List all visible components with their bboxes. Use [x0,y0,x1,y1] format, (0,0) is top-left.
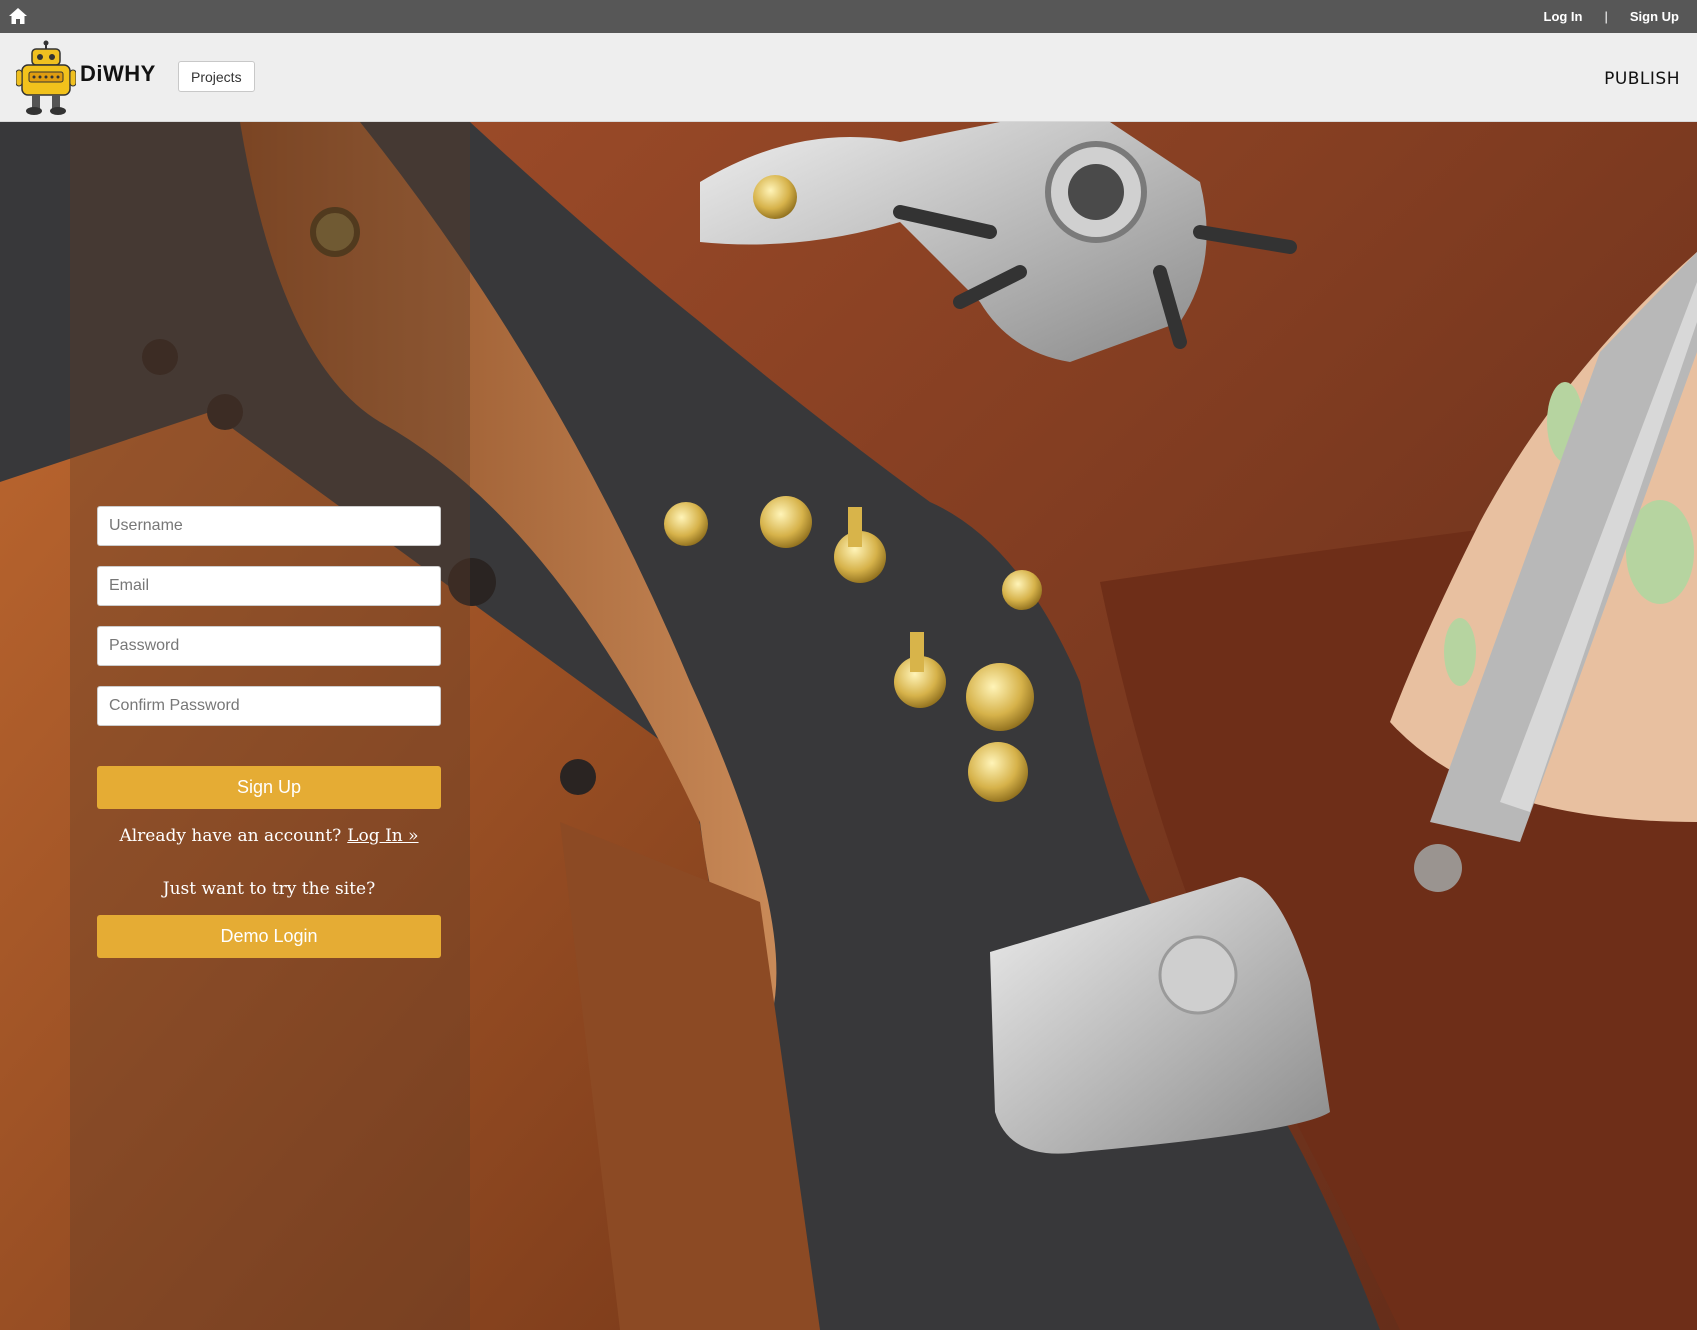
demo-login-button[interactable]: Demo Login [97,915,441,958]
confirm-password-input[interactable] [97,686,441,726]
signup-link[interactable]: Sign Up [1630,9,1679,24]
brand-name[interactable]: DiWHY [80,61,156,87]
try-site-text: Just want to try the site? [162,879,376,899]
projects-button[interactable]: Projects [178,61,255,92]
site-header: DiWHY Projects PUBLISH [0,33,1697,122]
login-link[interactable]: Log In [1544,9,1583,24]
home-icon[interactable] [8,7,28,25]
signup-button[interactable]: Sign Up [97,766,441,809]
email-input[interactable] [97,566,441,606]
have-account-row: Already have an account? Log In » [97,826,441,846]
password-input[interactable] [97,626,441,666]
signup-panel [70,122,470,1330]
top-bar: Log In | Sign Up [0,0,1697,33]
top-nav: Log In | Sign Up [1544,0,1680,33]
robot-logo-icon[interactable] [16,40,76,116]
login-form-link[interactable]: Log In » [347,826,418,846]
username-input[interactable] [97,506,441,546]
nav-separator: | [1604,9,1608,24]
publish-link[interactable]: PUBLISH [1604,69,1680,89]
have-account-text: Already have an account? [119,826,342,846]
